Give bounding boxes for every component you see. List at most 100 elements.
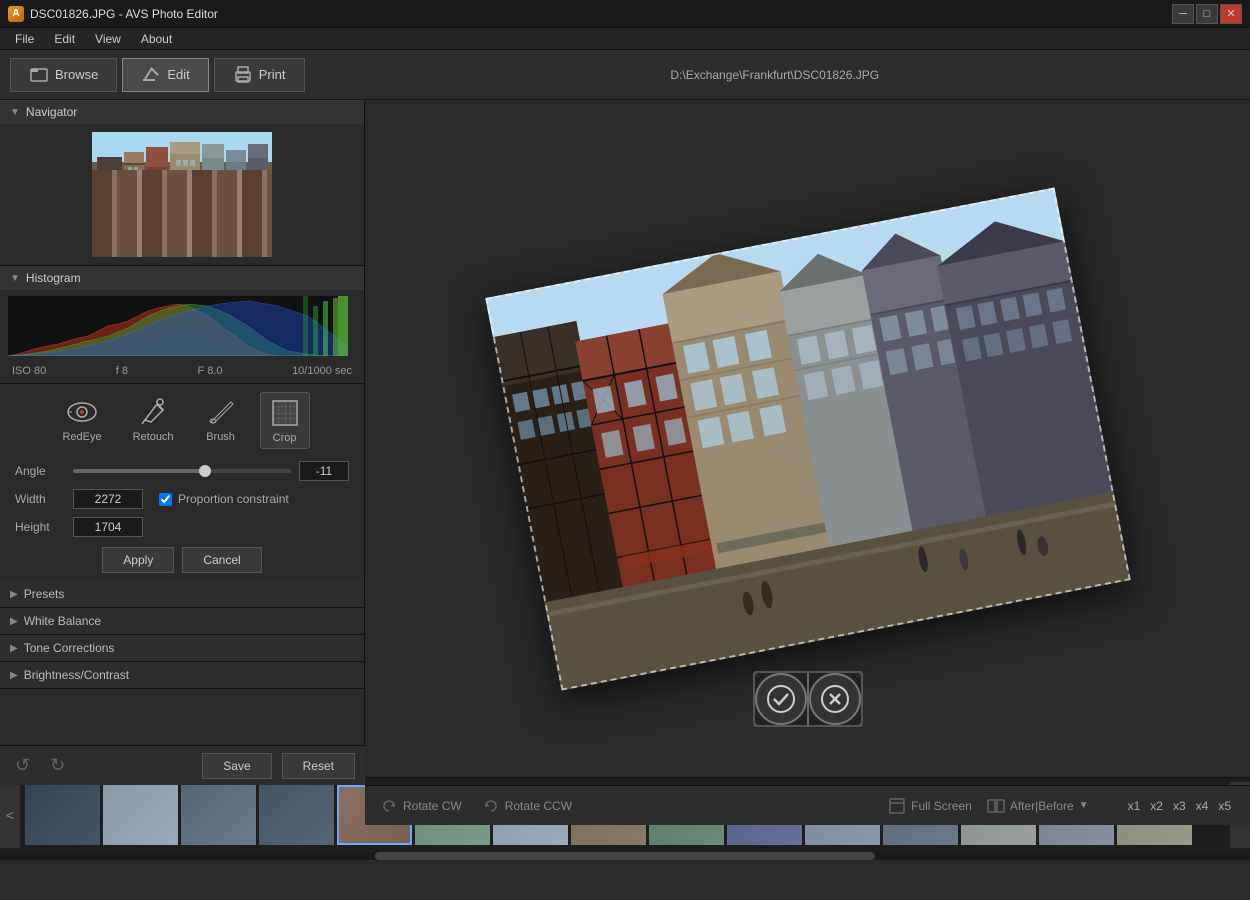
exif-iso: ISO 80 (12, 365, 46, 377)
height-value-input[interactable] (73, 517, 143, 537)
histogram-arrow: ▼ (10, 273, 20, 284)
redeye-tool[interactable]: RedEye (54, 392, 109, 449)
file-path: D:\Exchange\Frankfurt\DSC01826.JPG (310, 68, 1241, 82)
photo-container (365, 100, 1250, 777)
full-screen-button[interactable]: Full Screen (888, 797, 972, 815)
left-panel: ▼ Navigator (0, 100, 365, 777)
histogram-svg (8, 296, 348, 356)
menu-file[interactable]: File (5, 30, 44, 48)
zoom-x3-button[interactable]: x3 (1169, 797, 1190, 815)
main-photo-svg (485, 187, 1131, 690)
window-controls: ─ □ ✕ (1172, 4, 1242, 24)
navigator-thumbnail (0, 124, 364, 265)
histogram-header[interactable]: ▼ Histogram (0, 266, 364, 290)
navigator-header[interactable]: ▼ Navigator (0, 100, 364, 124)
zoom-x2-button[interactable]: x2 (1146, 797, 1167, 815)
angle-value-input[interactable] (299, 461, 349, 481)
canvas-cancel-button[interactable] (809, 673, 861, 725)
tone-corrections-arrow: ▶ (10, 643, 18, 654)
exif-info: ISO 80 f 8 F 8.0 10/1000 sec (0, 362, 364, 383)
brush-tool[interactable]: Brush (197, 392, 245, 449)
maximize-button[interactable]: □ (1196, 4, 1218, 24)
proportion-label: Proportion constraint (178, 492, 289, 506)
after-before-dropdown-icon[interactable]: ▼ (1079, 800, 1089, 811)
canvas-area (365, 100, 1250, 777)
filmstrip-prev-button[interactable]: < (0, 782, 20, 848)
browse-icon (29, 65, 49, 85)
undo-button[interactable]: ↺ (10, 753, 35, 778)
nav-image-svg (92, 132, 272, 257)
white-balance-label: White Balance (24, 614, 101, 628)
bottom-right-tools: Full Screen After|Before ▼ x1 x2 x3 x4 x… (888, 797, 1235, 815)
save-button[interactable]: Save (202, 753, 271, 779)
presets-header[interactable]: ▶ Presets (0, 581, 364, 607)
white-balance-arrow: ▶ (10, 616, 18, 627)
minimize-button[interactable]: ─ (1172, 4, 1194, 24)
cancel-button[interactable]: Cancel (182, 547, 261, 573)
x-circle-icon (821, 685, 849, 713)
exif-focal: F 8.0 (197, 365, 222, 377)
brightness-contrast-section: ▶ Brightness/Contrast (0, 662, 364, 689)
print-icon (233, 65, 253, 85)
close-button[interactable]: ✕ (1220, 4, 1242, 24)
filmstrip-item[interactable] (181, 785, 256, 845)
angle-label: Angle (15, 464, 65, 478)
app-icon: A (8, 6, 24, 22)
white-balance-section: ▶ White Balance (0, 608, 364, 635)
redeye-label: RedEye (62, 431, 101, 443)
panel-scroll[interactable]: ▼ Navigator (0, 100, 364, 777)
zoom-x1-button[interactable]: x1 (1124, 797, 1145, 815)
canvas-confirm-area (753, 671, 863, 727)
main-layout: ▼ Navigator (0, 100, 1250, 777)
width-row: Width Proportion constraint (15, 489, 349, 509)
edit-icon (141, 65, 161, 85)
title-bar: A DSC01826.JPG - AVS Photo Editor ─ □ ✕ (0, 0, 1250, 28)
exif-aperture: f 8 (116, 365, 128, 377)
main-toolbar: Browse Edit Print D:\Exchange\Frankfurt\… (0, 50, 1250, 100)
menu-bar: File Edit View About (0, 28, 1250, 50)
filmstrip-item[interactable] (25, 785, 100, 845)
filmstrip-item[interactable] (259, 785, 334, 845)
tone-corrections-label: Tone Corrections (24, 641, 115, 655)
zoom-x4-button[interactable]: x4 (1192, 797, 1213, 815)
menu-edit[interactable]: Edit (44, 30, 85, 48)
retouch-icon (137, 396, 169, 428)
navigator-section: ▼ Navigator (0, 100, 364, 266)
after-before-icon (987, 797, 1005, 815)
horizontal-scrollbar[interactable] (0, 852, 1250, 860)
browse-button[interactable]: Browse (10, 58, 117, 92)
proportion-constraint-checkbox[interactable] (159, 493, 172, 506)
width-label: Width (15, 492, 65, 506)
exif-shutter: 10/1000 sec (292, 365, 352, 377)
edit-button[interactable]: Edit (122, 58, 208, 92)
rotate-cw-button[interactable]: Rotate CW (380, 797, 462, 815)
nav-image-placeholder (92, 132, 272, 257)
filmstrip-item[interactable] (103, 785, 178, 845)
print-button[interactable]: Print (214, 58, 305, 92)
zoom-x5-button[interactable]: x5 (1214, 797, 1235, 815)
crop-tool[interactable]: Crop (260, 392, 310, 449)
width-value-input[interactable] (73, 489, 143, 509)
retouch-label: Retouch (133, 431, 174, 443)
retouch-tool[interactable]: Retouch (125, 392, 182, 449)
brightness-contrast-label: Brightness/Contrast (24, 668, 129, 682)
menu-view[interactable]: View (85, 30, 131, 48)
brightness-contrast-header[interactable]: ▶ Brightness/Contrast (0, 662, 364, 688)
checkmark-icon (767, 685, 795, 713)
crop-buttons: Apply Cancel (15, 547, 349, 573)
white-balance-header[interactable]: ▶ White Balance (0, 608, 364, 634)
apply-button[interactable]: Apply (102, 547, 174, 573)
canvas-confirm-button[interactable] (755, 673, 807, 725)
navigator-title: Navigator (26, 105, 77, 119)
angle-slider[interactable] (73, 469, 291, 473)
menu-about[interactable]: About (131, 30, 182, 48)
rotate-ccw-button[interactable]: Rotate CCW (482, 797, 572, 815)
after-before-button[interactable]: After|Before ▼ (987, 797, 1089, 815)
window-title: DSC01826.JPG - AVS Photo Editor (30, 7, 1172, 21)
redo-button[interactable]: ↻ (45, 753, 70, 778)
tone-corrections-header[interactable]: ▶ Tone Corrections (0, 635, 364, 661)
scrollbar-thumb (375, 852, 875, 860)
reset-button[interactable]: Reset (282, 753, 355, 779)
controls-row: Rotate CW Rotate CCW Full Screen After|B… (365, 785, 1250, 825)
crop-icon (269, 397, 301, 429)
